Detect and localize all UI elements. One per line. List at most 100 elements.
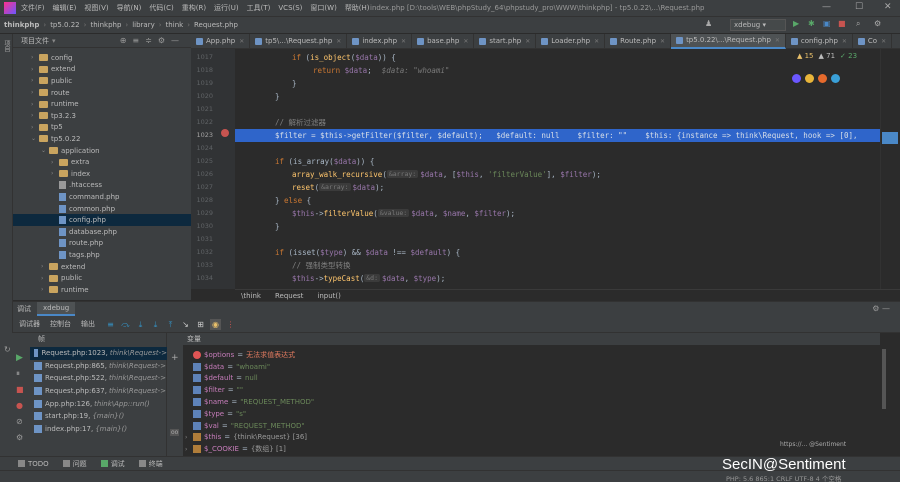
- project-header-label[interactable]: 项目文件: [21, 36, 49, 46]
- breakpoints-icon[interactable]: ⋮: [225, 319, 236, 330]
- variable-row[interactable]: $name = "REQUEST_METHOD": [183, 396, 314, 408]
- tab-7[interactable]: tp5.0.22\...\Request.php ✕: [671, 33, 786, 49]
- project-toolbar-icons[interactable]: ⊕≡≑⚙—: [120, 36, 185, 45]
- expand-arrow-icon[interactable]: ›: [31, 89, 39, 96]
- pause-icon[interactable]: ⏸: [16, 369, 20, 379]
- menu-file[interactable]: 文件(F): [21, 3, 45, 13]
- inspection-widget[interactable]: ▲ 15 ▲ 71 ✓ 23: [797, 52, 857, 60]
- run-to-cursor-icon[interactable]: ↘: [180, 319, 191, 330]
- watch-toggle-icon[interactable]: oo: [170, 429, 180, 436]
- expand-arrow-icon[interactable]: ›: [41, 286, 49, 293]
- tree-item--htaccess[interactable]: .htaccess: [13, 180, 191, 192]
- expand-arrow-icon[interactable]: ⌄: [31, 135, 39, 142]
- tree-item-public[interactable]: › public: [13, 75, 191, 87]
- expand-arrow-icon[interactable]: ›: [185, 446, 193, 453]
- tree-item-route-php[interactable]: route.php: [13, 238, 191, 250]
- tool-problems[interactable]: 问题: [62, 459, 87, 469]
- add-watch-icon[interactable]: +: [171, 353, 179, 363]
- close-tab-icon[interactable]: ✕: [336, 38, 341, 45]
- close-tab-icon[interactable]: ✕: [594, 38, 599, 45]
- tab-9[interactable]: Co ✕: [853, 33, 893, 49]
- stop-icon[interactable]: ■: [838, 19, 846, 28]
- nav-crumb-file[interactable]: Request.php: [190, 21, 242, 29]
- search-icon[interactable]: ⌕: [856, 19, 860, 29]
- tab-0[interactable]: App.php ✕: [191, 33, 251, 49]
- edge-icon[interactable]: [831, 74, 840, 83]
- tab-8[interactable]: config.php ✕: [786, 33, 853, 49]
- menu-help[interactable]: 帮助(H): [345, 3, 370, 13]
- debug-settings-icon[interactable]: ⚙: [16, 433, 23, 442]
- tool-debug[interactable]: 调试: [100, 459, 125, 469]
- stack-frame[interactable]: Request.php:1023, think\Request->: [30, 347, 167, 360]
- view-breakpoints-icon[interactable]: ●: [16, 401, 23, 410]
- run-config-select[interactable]: xdebug ▾: [730, 19, 786, 31]
- code-editor[interactable]: if (is_object($data)) { return $data; $da…: [235, 49, 880, 289]
- menu-run[interactable]: 运行(U): [214, 3, 239, 13]
- stack-frame[interactable]: start.php:19, {main}(): [30, 410, 167, 423]
- variable-row[interactable]: › $this = {think\Request} [36]: [183, 432, 307, 444]
- firefox-icon[interactable]: [818, 74, 827, 83]
- tree-item-config[interactable]: › config: [13, 52, 191, 64]
- close-tab-icon[interactable]: ✕: [525, 38, 530, 45]
- debug-session-tab[interactable]: xdebug: [37, 302, 76, 316]
- run-icon[interactable]: ▶: [793, 19, 799, 28]
- tree-item-runtime[interactable]: › runtime: [13, 284, 191, 296]
- expand-arrow-icon[interactable]: ›: [51, 159, 59, 166]
- step-into-icon[interactable]: ⤓: [135, 319, 146, 330]
- variable-row[interactable]: $default = null: [183, 373, 258, 385]
- tree-item-config-php[interactable]: config.php: [13, 214, 191, 226]
- variable-row[interactable]: $val = "REQUEST_METHOD": [183, 420, 305, 432]
- tab-2[interactable]: index.php ✕: [347, 33, 413, 49]
- project-tool-tab[interactable]: 项目: [2, 40, 11, 52]
- stack-frame[interactable]: Request.php:522, think\Request->: [30, 372, 167, 385]
- expand-arrow-icon[interactable]: ›: [31, 124, 39, 131]
- maximize-button[interactable]: ☐: [855, 2, 863, 12]
- resume-icon[interactable]: ▶: [16, 353, 23, 363]
- mute-breakpoints-icon[interactable]: ⊘: [16, 417, 23, 426]
- stack-frame[interactable]: App.php:126, think\App::run(): [30, 397, 167, 410]
- tab-3[interactable]: base.php ✕: [412, 33, 475, 49]
- tab-output[interactable]: 输出: [81, 319, 95, 329]
- tab-1[interactable]: tp5\...\Request.php ✕: [250, 33, 348, 49]
- user-icon[interactable]: ♟: [705, 19, 712, 28]
- tab-console[interactable]: 控制台: [50, 319, 71, 329]
- close-tab-icon[interactable]: ✕: [401, 38, 406, 45]
- menu-window[interactable]: 窗口(W): [310, 3, 336, 13]
- tree-item-tags-php[interactable]: tags.php: [13, 249, 191, 261]
- breadcrumb-method[interactable]: input(): [317, 292, 340, 300]
- tree-item-route[interactable]: › route: [13, 87, 191, 99]
- menu-navigate[interactable]: 导航(N): [117, 3, 142, 13]
- close-tab-icon[interactable]: ✕: [881, 38, 886, 45]
- expand-arrow-icon[interactable]: ›: [51, 170, 59, 177]
- tree-item-database-php[interactable]: database.php: [13, 226, 191, 238]
- expand-arrow-icon[interactable]: ›: [31, 112, 39, 119]
- tree-item-extra[interactable]: › extra: [13, 156, 191, 168]
- tree-item-extend[interactable]: › extend: [13, 64, 191, 76]
- breadcrumb-class[interactable]: Request: [275, 292, 303, 300]
- stack-frame[interactable]: index.php:17, {main}(): [30, 423, 167, 436]
- close-tab-icon[interactable]: ✕: [660, 38, 665, 45]
- expand-arrow-icon[interactable]: ›: [41, 263, 49, 270]
- break-on-first-line-icon[interactable]: ◉: [210, 318, 221, 330]
- nav-crumb-thinkphp[interactable]: thinkphp: [86, 21, 125, 29]
- tab-5[interactable]: Loader.php ✕: [536, 33, 606, 49]
- tree-item-tp5-0-22[interactable]: ⌄ tp5.0.22: [13, 133, 191, 145]
- tree-item-runtime[interactable]: › runtime: [13, 98, 191, 110]
- step-over-icon[interactable]: ⤼: [120, 319, 131, 330]
- chrome-icon[interactable]: [805, 74, 814, 83]
- menu-vcs[interactable]: VCS(S): [278, 4, 302, 12]
- close-tab-icon[interactable]: ✕: [239, 38, 244, 45]
- tool-terminal[interactable]: 终端: [138, 459, 163, 469]
- expand-arrow-icon[interactable]: ›: [185, 434, 193, 441]
- close-window-button[interactable]: ✕: [884, 2, 892, 12]
- menu-code[interactable]: 代码(C): [149, 3, 173, 13]
- settings-icon[interactable]: ⚙: [874, 19, 881, 28]
- debug-icon[interactable]: ✱: [808, 19, 815, 28]
- tree-item-tp5[interactable]: › tp5: [13, 122, 191, 134]
- close-tab-icon[interactable]: ✕: [463, 38, 468, 45]
- tool-todo[interactable]: TODO: [18, 460, 49, 468]
- menu-view[interactable]: 视图(V): [84, 3, 108, 13]
- variable-row[interactable]: $data = "whoami": [183, 361, 270, 373]
- tab-debugger[interactable]: 调试器: [19, 319, 40, 329]
- expand-arrow-icon[interactable]: ›: [41, 275, 49, 282]
